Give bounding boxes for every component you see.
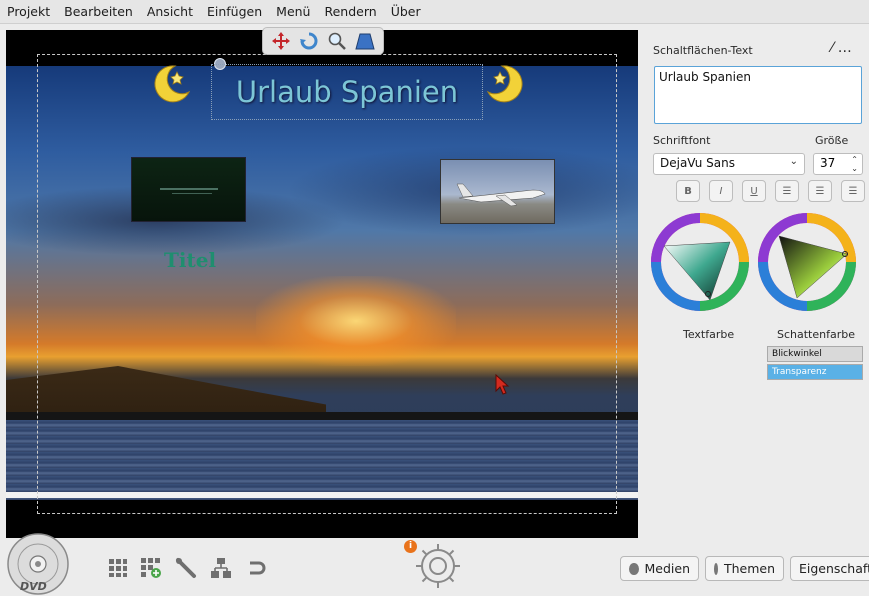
floating-toolbar (262, 27, 384, 55)
menu-canvas[interactable]: Urlaub Spanien Titel (6, 30, 638, 538)
menu-bearbeiten[interactable]: Bearbeiten (57, 0, 140, 23)
text-color-wheel[interactable] (650, 212, 750, 312)
grid-add-icon[interactable] (139, 556, 163, 580)
perspective-icon[interactable] (354, 30, 376, 52)
svg-text:DVD: DVD (20, 580, 47, 593)
airplane-thumbnail[interactable] (440, 159, 555, 224)
shadow-color-label: Schattenfarbe (777, 328, 855, 341)
font-size-spinner[interactable]: 37 ⌃ ⌄ (813, 153, 863, 175)
chevron-down-icon: ⌄ (789, 156, 798, 167)
background-image (6, 66, 638, 500)
magnet-icon[interactable] (245, 556, 269, 580)
size-label: Größe (815, 134, 849, 147)
button-text-field[interactable]: Urlaub Spanien (654, 66, 862, 124)
align-right-icon[interactable]: ☰ (841, 180, 865, 202)
font-label: Schriftfont (653, 134, 711, 147)
angle-slider-label: Blickwinkel (772, 349, 822, 359)
text-color-label: Textfarbe (683, 328, 735, 341)
moon-star-icon[interactable] (149, 62, 193, 106)
tab-medien[interactable]: Medien (620, 556, 699, 581)
underline-button[interactable]: U (742, 180, 766, 202)
align-left-icon[interactable]: ☰ (775, 180, 799, 202)
menu-einfuegen[interactable]: Einfügen (200, 0, 269, 23)
magic-wand-icon[interactable]: ⁄ … (831, 40, 852, 56)
bottom-bar: DVD i Medien Themen Eigenschaften (0, 533, 869, 595)
zoom-icon[interactable] (326, 30, 348, 52)
transparency-slider-label: Transparenz (772, 367, 827, 377)
menu-rendern[interactable]: Rendern (317, 0, 383, 23)
menu-menue[interactable]: Menü (269, 0, 317, 23)
dvd-disc-icon[interactable]: DVD (6, 532, 70, 596)
rotate-icon[interactable] (298, 30, 320, 52)
tab-eigenschaften[interactable]: Eigenschaften (790, 556, 869, 581)
media-icon (629, 562, 639, 575)
menu-ansicht[interactable]: Ansicht (140, 0, 200, 23)
menu-projekt[interactable]: Projekt (0, 0, 57, 23)
titel-button-text[interactable]: Titel (164, 248, 216, 272)
tab-medien-label: Medien (644, 561, 691, 576)
title-text-box[interactable]: Urlaub Spanien (211, 64, 483, 120)
menu-bar: Projekt Bearbeiten Ansicht Einfügen Menü… (0, 0, 869, 24)
title-text: Urlaub Spanien (235, 75, 459, 109)
italic-button[interactable]: I (709, 180, 733, 202)
format-buttons: B I U ☰ ☰ ☰ (676, 180, 865, 202)
grid-icon[interactable] (106, 556, 130, 580)
button-text-label: Schaltflächen-Text (653, 44, 753, 57)
wrench-icon[interactable] (174, 556, 198, 580)
themes-icon (714, 562, 718, 575)
tab-themen[interactable]: Themen (705, 556, 784, 581)
moon-star-icon[interactable] (484, 62, 528, 106)
align-center-icon[interactable]: ☰ (808, 180, 832, 202)
transparency-slider[interactable]: Transparenz (767, 364, 863, 380)
font-size-value: 37 (820, 156, 836, 170)
font-select[interactable]: DejaVu Sans ⌄ (653, 153, 805, 175)
shadow-color-wheel[interactable] (757, 212, 857, 312)
bold-button[interactable]: B (676, 180, 700, 202)
properties-panel: Schaltflächen-Text ⁄ … Urlaub Spanien Sc… (645, 30, 869, 550)
spinner-arrows-icon[interactable]: ⌃ ⌄ (851, 155, 858, 173)
angle-slider[interactable]: Blickwinkel (767, 346, 863, 362)
mouse-cursor-icon (495, 374, 510, 395)
gear-icon[interactable] (412, 540, 464, 592)
video-thumbnail[interactable] (131, 157, 246, 222)
tab-themen-label: Themen (723, 561, 775, 576)
tab-eigenschaften-label: Eigenschaften (799, 561, 869, 576)
menu-ueber[interactable]: Über (384, 0, 428, 23)
network-icon[interactable] (209, 556, 233, 580)
move-icon[interactable] (270, 30, 292, 52)
font-value: DejaVu Sans (660, 156, 735, 170)
